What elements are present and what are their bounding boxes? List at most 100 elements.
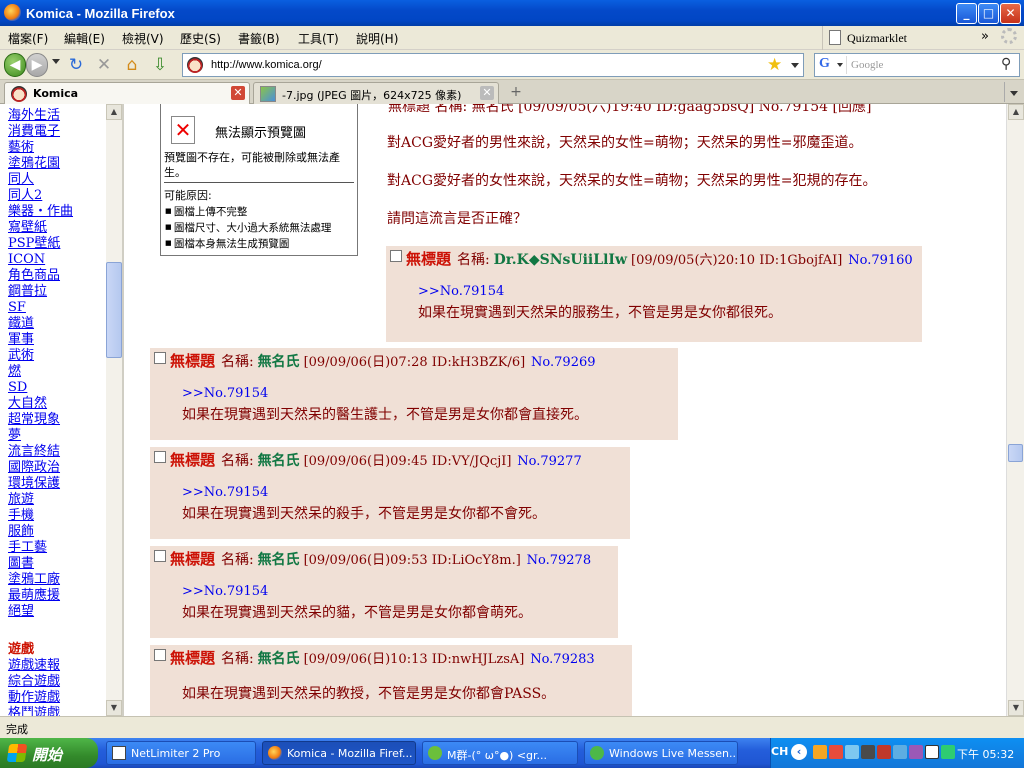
stop-icon[interactable]: ✕: [94, 55, 114, 75]
url-text[interactable]: http://www.komica.org/: [211, 59, 322, 71]
post-checkbox[interactable]: [154, 451, 166, 463]
category-link[interactable]: 燃: [8, 364, 106, 380]
quote-link[interactable]: >>No.79154: [182, 485, 268, 500]
forward-button[interactable]: ▶: [26, 53, 48, 77]
language-indicator[interactable]: CH: [771, 745, 788, 758]
category-link[interactable]: 角色商品: [8, 268, 106, 284]
category-link[interactable]: 軍事: [8, 332, 106, 348]
post-number-link[interactable]: No.79269: [531, 355, 595, 370]
page-scrollbar[interactable]: ▲ ▼: [1006, 104, 1024, 716]
post-checkbox[interactable]: [154, 649, 166, 661]
task-messenger[interactable]: Windows Live Messen...: [584, 741, 738, 765]
quote-link[interactable]: >>No.79154: [182, 386, 268, 401]
category-link[interactable]: 流言終結: [8, 444, 106, 460]
category-link[interactable]: 夢: [8, 428, 106, 444]
new-tab-button[interactable]: +: [503, 82, 529, 104]
category-link[interactable]: 塗鴉工廠: [8, 572, 106, 588]
category-link[interactable]: 樂器・作曲: [8, 204, 106, 220]
category-link[interactable]: 綜合遊戲: [8, 674, 106, 690]
post-checkbox[interactable]: [154, 352, 166, 364]
category-link[interactable]: 圖書: [8, 556, 106, 572]
scroll-up-icon[interactable]: ▲: [1008, 104, 1024, 120]
category-link[interactable]: SD: [8, 380, 106, 396]
category-link[interactable]: 國際政治: [8, 460, 106, 476]
tray-app-icon[interactable]: [925, 745, 939, 759]
category-link[interactable]: 同人2: [8, 188, 106, 204]
menu-history[interactable]: 歷史(S): [180, 30, 221, 47]
category-link[interactable]: ICON: [8, 252, 106, 268]
scroll-thumb[interactable]: [106, 262, 122, 358]
category-link[interactable]: 旅遊: [8, 492, 106, 508]
tab-close-icon[interactable]: ✕: [231, 86, 245, 100]
thumbnail-error-box[interactable]: ✕ 無法顯示預覽圖 預覽圖不存在，可能被刪除或無法產生。 可能原因: 圖檔上傳不…: [160, 104, 358, 256]
start-button[interactable]: 開始: [0, 738, 98, 768]
category-link[interactable]: 鐵道: [8, 316, 106, 332]
category-link[interactable]: PSP壁紙: [8, 236, 106, 252]
bookmark-page-icon[interactable]: ⇩: [150, 55, 170, 75]
home-icon[interactable]: ⌂: [122, 55, 142, 75]
post-number-link[interactable]: No.79160: [848, 253, 912, 268]
task-chat-group[interactable]: M群-(° ω°●) <gr...: [422, 741, 578, 765]
menu-edit[interactable]: 編輯(E): [64, 30, 105, 47]
category-link[interactable]: 藝術: [8, 140, 106, 156]
post-number-link[interactable]: No.79283: [530, 652, 594, 667]
category-link[interactable]: 同人: [8, 172, 106, 188]
chevron-icon[interactable]: »: [981, 29, 989, 44]
tray-app-icon[interactable]: [893, 745, 907, 759]
back-button[interactable]: ◀: [4, 53, 26, 77]
category-scrollbar[interactable]: ▲ ▼: [106, 104, 122, 716]
menu-view[interactable]: 檢視(V): [122, 30, 164, 47]
tab-komica[interactable]: Komica ✕: [4, 82, 250, 104]
reload-icon[interactable]: ↻: [66, 55, 86, 75]
post-checkbox[interactable]: [390, 250, 402, 262]
url-dropdown-icon[interactable]: [791, 63, 799, 68]
category-link[interactable]: 武術: [8, 348, 106, 364]
scroll-thumb[interactable]: [1008, 444, 1023, 462]
post-number-link[interactable]: No.79277: [517, 454, 581, 469]
category-link[interactable]: 最萌應援: [8, 588, 106, 604]
category-link[interactable]: 動作遊戲: [8, 690, 106, 706]
menu-tools[interactable]: 工具(T): [298, 30, 339, 47]
tray-app-icon[interactable]: [861, 745, 875, 759]
category-link[interactable]: 服飾: [8, 524, 106, 540]
category-link[interactable]: 消費電子: [8, 124, 106, 140]
scroll-down-icon[interactable]: ▼: [1008, 700, 1024, 716]
tray-app-icon[interactable]: [845, 745, 859, 759]
quote-link[interactable]: >>No.79154: [182, 584, 268, 599]
search-input[interactable]: Google: [851, 59, 883, 71]
category-link[interactable]: 鋼普拉: [8, 284, 106, 300]
bookmark-quizmarklet[interactable]: Quizmarklet: [847, 31, 907, 46]
history-dropdown-icon[interactable]: [52, 59, 60, 64]
tab-image[interactable]: -7.jpg (JPEG 圖片，624x725 像素) ✕: [253, 82, 499, 104]
tray-app-icon[interactable]: [941, 745, 955, 759]
tray-app-icon[interactable]: [909, 745, 923, 759]
menu-file[interactable]: 檔案(F): [8, 30, 48, 47]
minimize-button[interactable]: _: [956, 3, 977, 24]
task-netlimiter[interactable]: NetLimiter 2 Pro: [106, 741, 256, 765]
tab-list-button[interactable]: [1004, 82, 1022, 102]
task-firefox[interactable]: Komica - Mozilla Firef...: [262, 741, 416, 765]
category-link[interactable]: 環境保護: [8, 476, 106, 492]
category-link[interactable]: SF: [8, 300, 106, 316]
category-link[interactable]: 絕望: [8, 604, 106, 620]
quote-link[interactable]: >>No.79154: [418, 284, 504, 299]
search-engine-selector[interactable]: G: [817, 56, 847, 74]
close-window-button[interactable]: ✕: [1000, 3, 1021, 24]
category-link[interactable]: 手工藝: [8, 540, 106, 556]
url-bar[interactable]: http://www.komica.org/ ★: [182, 53, 804, 77]
tab-close-icon[interactable]: ✕: [480, 86, 494, 100]
category-link[interactable]: 寫壁紙: [8, 220, 106, 236]
menu-bookmarks[interactable]: 書籤(B): [238, 30, 280, 47]
category-link[interactable]: 格鬥遊戲: [8, 706, 106, 716]
post-checkbox[interactable]: [154, 550, 166, 562]
category-link[interactable]: 大自然: [8, 396, 106, 412]
tray-app-icon[interactable]: [829, 745, 843, 759]
window-titlebar[interactable]: Komica - Mozilla Firefox _ □ ✕: [0, 0, 1024, 26]
category-link[interactable]: 塗鴉花園: [8, 156, 106, 172]
search-box[interactable]: G Google ⚲: [814, 53, 1020, 77]
star-icon[interactable]: ★: [767, 55, 782, 75]
search-icon[interactable]: ⚲: [1001, 56, 1011, 72]
maximize-button[interactable]: □: [978, 3, 999, 24]
expand-tray-icon[interactable]: ‹: [791, 744, 807, 760]
scroll-down-icon[interactable]: ▼: [106, 700, 122, 716]
